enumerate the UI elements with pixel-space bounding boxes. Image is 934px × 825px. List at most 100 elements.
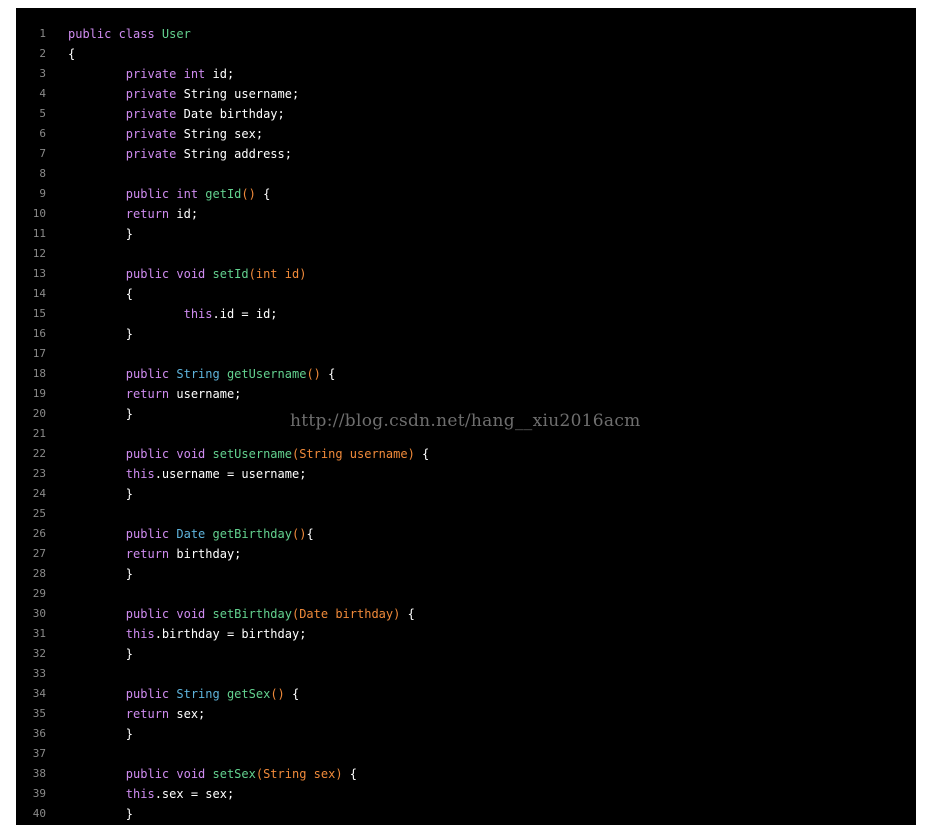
code-token: public void xyxy=(125,767,213,781)
line-code: } xyxy=(68,224,133,244)
code-line: 17 xyxy=(16,344,916,364)
line-code: } xyxy=(68,404,133,424)
code-line: 27 return birthday; xyxy=(16,544,916,564)
line-code: } xyxy=(68,804,133,824)
line-code: public void setUsername(String username)… xyxy=(68,444,429,464)
line-number: 8 xyxy=(39,167,46,180)
code-token: (Date birthday) xyxy=(291,607,401,621)
line-code: this.id = id; xyxy=(68,304,278,324)
code-line: 4 private String username; xyxy=(16,84,916,104)
code-token: getId xyxy=(205,187,242,201)
code-line: 16 } xyxy=(16,324,916,344)
line-number: 24 xyxy=(32,487,46,500)
code-line: 3 private int id; xyxy=(16,64,916,84)
line-code: return username; xyxy=(68,384,242,404)
line-code: public void setBirthday(Date birthday) { xyxy=(68,604,415,624)
code-token: this xyxy=(125,627,155,641)
line-code: return birthday; xyxy=(68,544,242,564)
code-token: public xyxy=(125,527,177,541)
code-token: setSex xyxy=(212,767,256,781)
code-token: () xyxy=(291,527,307,541)
code-line: 2{ xyxy=(16,44,916,64)
code-line: 12 xyxy=(16,244,916,264)
line-code: this.username = username; xyxy=(68,464,307,484)
line-number: 39 xyxy=(32,787,46,800)
code-token: setBirthday xyxy=(212,607,292,621)
code-token: .birthday = birthday; xyxy=(154,627,307,641)
code-token: String xyxy=(176,687,227,701)
line-number: 14 xyxy=(32,287,46,300)
line-code: } xyxy=(68,324,133,344)
line-code: public void setSex(String sex) { xyxy=(68,764,357,784)
code-token: { xyxy=(306,527,314,541)
line-number: 32 xyxy=(32,647,46,660)
line-number: 5 xyxy=(39,107,46,120)
code-line: 7 private String address; xyxy=(16,144,916,164)
line-number: 29 xyxy=(32,587,46,600)
code-token: String address; xyxy=(183,147,292,161)
code-token: { xyxy=(400,607,415,621)
code-token: () xyxy=(270,687,285,701)
code-token: String sex; xyxy=(183,127,264,141)
line-number: 37 xyxy=(32,747,46,760)
code-token: { xyxy=(342,767,358,781)
code-line: 18 public String getUsername() { xyxy=(16,364,916,384)
code-line: 19 return username; xyxy=(16,384,916,404)
code-token: this xyxy=(125,467,155,481)
code-token: private xyxy=(125,147,184,161)
code-token: String xyxy=(176,367,227,381)
code-token: String username; xyxy=(183,87,300,101)
code-token: return xyxy=(125,707,177,721)
code-token: } xyxy=(68,567,134,581)
code-token: public class xyxy=(68,27,162,41)
line-code: return sex; xyxy=(68,704,205,724)
code-line: 9 public int getId() { xyxy=(16,184,916,204)
code-token: } xyxy=(68,227,134,241)
line-code: public String getSex() { xyxy=(68,684,299,704)
code-token: .sex = sex; xyxy=(154,787,235,801)
code-token: public xyxy=(125,367,177,381)
code-token: { xyxy=(414,447,430,461)
code-line: 36 } xyxy=(16,724,916,744)
line-number: 7 xyxy=(39,147,46,160)
line-number: 9 xyxy=(39,187,46,200)
code-line: 1 public class User xyxy=(16,24,916,44)
code-line: 14 { xyxy=(16,284,916,304)
line-number: 34 xyxy=(32,687,46,700)
watermark: http://blog.csdn.net/hang__xiu2016acm xyxy=(290,411,641,431)
code-token: } xyxy=(68,407,134,421)
line-number: 23 xyxy=(32,467,46,480)
code-token: } xyxy=(68,727,134,741)
line-code: } xyxy=(68,724,133,744)
line-number: 17 xyxy=(32,347,46,360)
code-token: public void xyxy=(125,447,213,461)
line-code: private String username; xyxy=(68,84,299,104)
code-line: 38 public void setSex(String sex) { xyxy=(16,764,916,784)
line-number: 21 xyxy=(32,427,46,440)
code-token: { xyxy=(68,47,76,61)
line-code: public void setId(int id) xyxy=(68,264,307,284)
code-line: 25 xyxy=(16,504,916,524)
code-token: () xyxy=(241,187,256,201)
code-token: return xyxy=(125,547,177,561)
code-token: Date xyxy=(176,527,213,541)
line-number: 36 xyxy=(32,727,46,740)
code-line: 40 } xyxy=(16,804,916,824)
line-number: 10 xyxy=(32,207,46,220)
line-number: 19 xyxy=(32,387,46,400)
line-code: } xyxy=(68,484,133,504)
line-code: private String sex; xyxy=(68,124,263,144)
code-line: 5 private Date birthday; xyxy=(16,104,916,124)
code-line: 24 } xyxy=(16,484,916,504)
line-code: { xyxy=(68,284,133,304)
